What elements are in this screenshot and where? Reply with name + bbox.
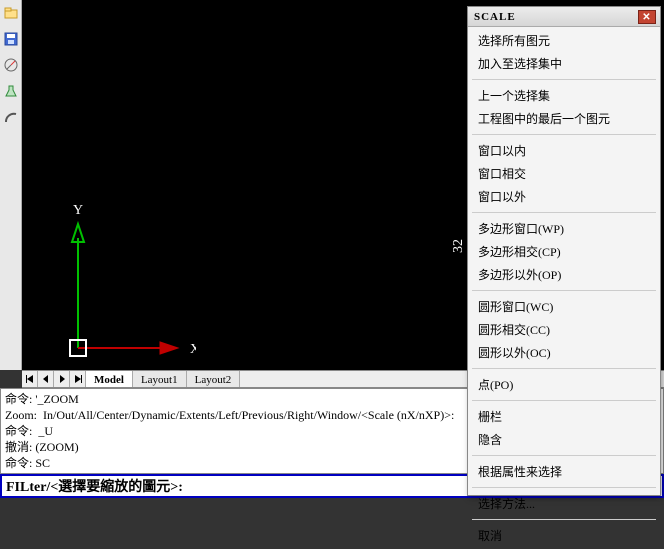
tab-layout1[interactable]: Layout1 — [133, 371, 187, 387]
menu-previous-set[interactable]: 上一个选择集 — [468, 84, 660, 107]
menu-separator — [472, 212, 656, 213]
menu-opolygon[interactable]: 多边形以外(OP) — [468, 263, 660, 286]
tab-layout2[interactable]: Layout2 — [187, 371, 241, 387]
tab-nav-first[interactable] — [22, 371, 38, 387]
menu-separator — [472, 519, 656, 520]
context-menu-titlebar: SCALE ✕ — [468, 7, 660, 27]
menu-separator — [472, 79, 656, 80]
tab-nav-last[interactable] — [70, 371, 86, 387]
command-log-line: 撤消: (ZOOM) — [5, 440, 79, 454]
folder-icon[interactable] — [0, 0, 22, 26]
svg-text:Y: Y — [73, 203, 83, 218]
dimension-text: 32 — [451, 239, 467, 253]
command-prompt-text: FILter/<選擇要縮放的圖元>: — [6, 476, 183, 496]
command-log-line: 命令: SC — [5, 456, 50, 470]
menu-wcircle[interactable]: 圆形窗口(WC) — [468, 295, 660, 318]
ucs-icon: Y X — [56, 198, 196, 368]
menu-fence[interactable]: 栅栏 — [468, 405, 660, 428]
menu-cpolygon[interactable]: 多边形相交(CP) — [468, 240, 660, 263]
save-icon[interactable] — [0, 26, 22, 52]
menu-select-all[interactable]: 选择所有图元 — [468, 29, 660, 52]
menu-separator — [472, 290, 656, 291]
command-log-line: 命令: _U — [5, 424, 53, 438]
arc-icon[interactable] — [0, 104, 22, 130]
menu-wpolygon[interactable]: 多边形窗口(WP) — [468, 217, 660, 240]
menu-separator — [472, 400, 656, 401]
close-icon[interactable]: ✕ — [638, 10, 656, 24]
flask-icon[interactable] — [0, 78, 22, 104]
left-toolbar — [0, 0, 22, 370]
menu-cancel[interactable]: 取消 — [468, 524, 660, 547]
svg-text:X: X — [190, 342, 196, 357]
menu-separator — [472, 455, 656, 456]
menu-separator — [472, 134, 656, 135]
compass-icon[interactable] — [0, 52, 22, 78]
menu-last-entity[interactable]: 工程图中的最后一个图元 — [468, 107, 660, 130]
menu-separator — [472, 368, 656, 369]
menu-add-to-selection[interactable]: 加入至选择集中 — [468, 52, 660, 75]
menu-window-inside[interactable]: 窗口以内 — [468, 139, 660, 162]
menu-selection-method[interactable]: 选择方法... — [468, 492, 660, 515]
command-log-line: Zoom: In/Out/All/Center/Dynamic/Extents/… — [5, 408, 454, 422]
menu-point[interactable]: 点(PO) — [468, 373, 660, 396]
tab-nav-next[interactable] — [54, 371, 70, 387]
menu-window-crossing[interactable]: 窗口相交 — [468, 162, 660, 185]
menu-ccircle[interactable]: 圆形相交(CC) — [468, 318, 660, 341]
tab-nav-prev[interactable] — [38, 371, 54, 387]
command-log-line: 命令: '_ZOOM — [5, 392, 79, 406]
menu-window-outside[interactable]: 窗口以外 — [468, 185, 660, 208]
scale-context-menu: SCALE ✕ 选择所有图元 加入至选择集中 上一个选择集 工程图中的最后一个图… — [467, 6, 661, 496]
menu-by-properties[interactable]: 根据属性来选择 — [468, 460, 660, 483]
context-menu-title: SCALE — [474, 11, 638, 23]
context-menu-body: 选择所有图元 加入至选择集中 上一个选择集 工程图中的最后一个图元 窗口以内 窗… — [468, 27, 660, 549]
menu-implied[interactable]: 隐含 — [468, 428, 660, 451]
tab-model[interactable]: Model — [86, 371, 133, 387]
menu-separator — [472, 487, 656, 488]
menu-ocircle[interactable]: 圆形以外(OC) — [468, 341, 660, 364]
